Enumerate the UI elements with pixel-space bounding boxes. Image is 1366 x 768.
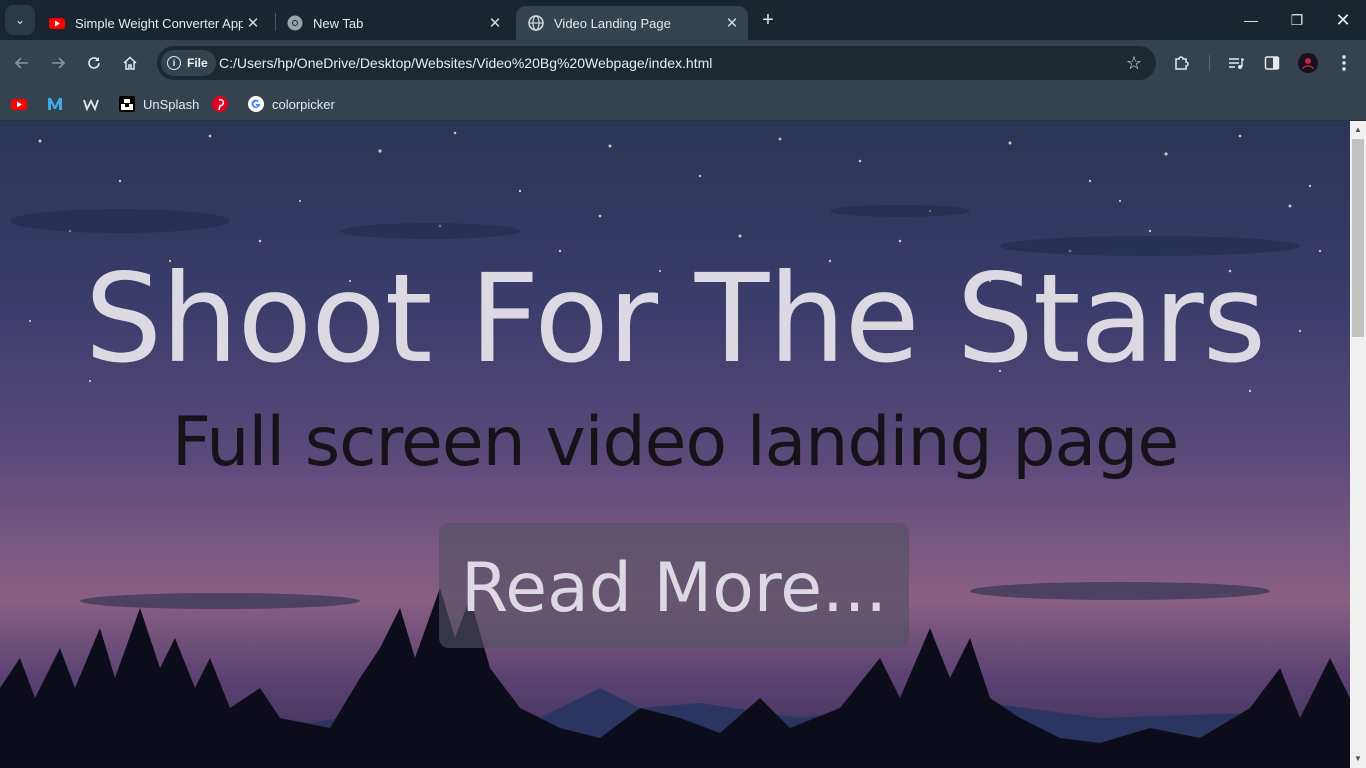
unsplash-icon (119, 96, 135, 112)
profile-avatar[interactable] (1296, 51, 1320, 75)
bookmarks-bar: UnSplash colorpicker (0, 86, 1366, 121)
new-tab-plus-icon[interactable]: + (758, 10, 778, 30)
url-text[interactable]: C:/Users/hp/OneDrive/Desktop/Websites/Vi… (219, 55, 712, 71)
more-menu-icon[interactable] (1332, 51, 1356, 75)
pinterest-icon (212, 96, 228, 112)
w-logo-icon (83, 98, 99, 112)
bookmark-pinterest[interactable] (212, 92, 236, 116)
close-icon[interactable]: ✕ (485, 14, 505, 32)
info-icon: i (167, 56, 181, 70)
bookmark-star-icon[interactable]: ☆ (1126, 53, 1142, 73)
restore-icon[interactable]: ❐ (1285, 8, 1309, 32)
tab-search-button[interactable]: ⌄ (5, 5, 35, 35)
google-icon (248, 96, 264, 112)
bookmark-youtube[interactable] (11, 92, 35, 116)
tab-title: Video Landing Page (554, 15, 671, 31)
chrome-icon (287, 15, 303, 31)
back-arrow-icon[interactable] (10, 51, 34, 75)
bookmark-unsplash[interactable]: UnSplash (119, 92, 199, 116)
chevron-down-icon: ⌄ (14, 13, 26, 27)
bookmark-w-logo[interactable] (83, 92, 107, 116)
extensions-puzzle-icon[interactable] (1170, 51, 1194, 75)
scrollbar-thumb[interactable] (1352, 139, 1364, 337)
close-icon[interactable]: ✕ (722, 14, 742, 32)
media-control-icon[interactable] (1224, 51, 1248, 75)
close-icon[interactable]: ✕ (243, 14, 263, 32)
reload-icon[interactable] (82, 51, 106, 75)
toolbar-divider (1209, 55, 1210, 71)
tab-weight-converter[interactable]: Simple Weight Converter App W ✕ (37, 6, 269, 40)
tab-new-tab[interactable]: New Tab ✕ (275, 6, 511, 40)
address-bar[interactable]: i File C:/Users/hp/OneDrive/Desktop/Webs… (157, 46, 1156, 80)
medium-m-icon (48, 98, 62, 110)
window-close-icon[interactable]: ✕ (1331, 8, 1355, 32)
tab-title: Simple Weight Converter App W (75, 15, 243, 31)
globe-icon (528, 15, 544, 31)
page-viewport: Shoot For The Stars Full screen video la… (0, 121, 1350, 768)
bookmark-label: colorpicker (272, 96, 335, 112)
browser-toolbar: i File C:/Users/hp/OneDrive/Desktop/Webs… (0, 40, 1366, 86)
tab-title: New Tab (313, 15, 364, 31)
hero-subtitle: Full screen video landing page (171, 403, 1179, 482)
tab-video-landing-page[interactable]: Video Landing Page ✕ (516, 6, 748, 40)
tab-strip: ⌄ Simple Weight Converter App W ✕ New Ta… (0, 0, 1366, 40)
hero-title: Shoot For The Stars (84, 248, 1267, 390)
chip-label: File (187, 56, 208, 70)
bookmark-medium[interactable] (47, 92, 71, 116)
youtube-icon (11, 99, 27, 110)
forward-arrow-icon[interactable] (46, 51, 70, 75)
minimize-icon[interactable]: — (1239, 8, 1263, 32)
site-info-chip[interactable]: i File (161, 50, 216, 76)
youtube-icon (49, 18, 65, 29)
side-panel-icon[interactable] (1260, 51, 1284, 75)
read-more-button[interactable]: Read More... (439, 523, 909, 648)
bookmark-colorpicker[interactable]: colorpicker (248, 92, 335, 116)
scroll-down-arrow-icon[interactable]: ▼ (1350, 751, 1366, 767)
scroll-up-arrow-icon[interactable]: ▲ (1350, 122, 1366, 138)
home-icon[interactable] (118, 51, 142, 75)
bookmark-label: UnSplash (143, 96, 200, 112)
